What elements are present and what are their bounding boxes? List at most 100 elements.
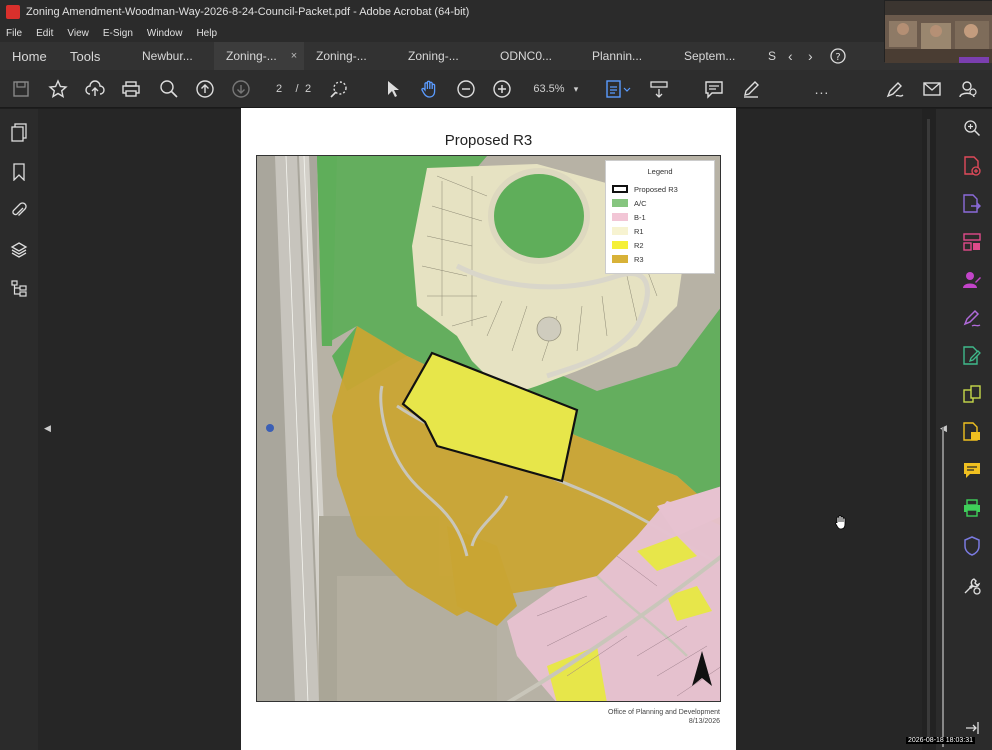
comment-icon[interactable]: [703, 78, 725, 100]
legend-swatch: [612, 185, 628, 193]
right-tools-rail: [952, 109, 992, 750]
tab-doc-8[interactable]: S: [762, 42, 784, 70]
attachment-icon[interactable]: [8, 199, 30, 221]
page-number-input[interactable]: 2: [272, 78, 286, 100]
page-separator: /: [295, 83, 299, 95]
zoom-level-value[interactable]: 63.5%: [530, 78, 568, 100]
legend-swatch: [612, 227, 628, 235]
tab-doc-3[interactable]: Zoning-...: [304, 42, 396, 70]
footer-office: Office of Planning and Development: [608, 709, 720, 716]
menu-file[interactable]: File: [6, 28, 22, 39]
tab-doc-2[interactable]: Zoning-... ×: [214, 42, 304, 70]
legend-swatch: [612, 199, 628, 207]
tab-doc-6[interactable]: Plannin...: [580, 42, 672, 70]
tab-doc-7[interactable]: Septem...: [672, 42, 762, 70]
zoom-in-icon[interactable]: [491, 78, 513, 100]
legend-swatch: [612, 255, 628, 263]
upload-cloud-icon[interactable]: [84, 78, 106, 100]
fit-page-icon[interactable]: [604, 78, 632, 100]
tab-label: Newbur...: [142, 49, 193, 63]
share-user-icon[interactable]: [957, 78, 979, 100]
structure-tree-icon[interactable]: [8, 277, 30, 299]
search-zoom-icon[interactable]: [961, 117, 983, 139]
menu-view[interactable]: View: [67, 28, 89, 39]
star-icon[interactable]: [47, 78, 69, 100]
tab-scroll-right-icon[interactable]: ›: [804, 42, 824, 70]
layers-icon[interactable]: [8, 239, 30, 261]
more-tools-icon[interactable]: ...: [810, 78, 834, 100]
menu-window[interactable]: Window: [147, 28, 183, 39]
tab-label: Zoning-...: [408, 49, 459, 63]
comment-tool-icon[interactable]: [961, 459, 983, 481]
vertical-scrollbar[interactable]: [922, 109, 936, 750]
organize-pages-icon[interactable]: [961, 231, 983, 253]
legend-title: Legend: [647, 167, 673, 176]
window-title: Zoning Amendment-Woodman-Way-2026-8-24-C…: [26, 6, 470, 18]
tab-doc-4[interactable]: Zoning-...: [396, 42, 488, 70]
email-icon[interactable]: [921, 78, 943, 100]
save-icon[interactable]: [10, 78, 32, 100]
create-pdf-icon[interactable]: [961, 155, 983, 177]
close-tab-icon[interactable]: ×: [291, 50, 297, 62]
legend-item: Proposed R3: [606, 182, 714, 196]
print-production-icon[interactable]: [961, 497, 983, 519]
scrollbar-track[interactable]: [927, 119, 930, 739]
tab-label: Zoning-...: [316, 49, 367, 63]
tab-doc-1[interactable]: Newbur...: [114, 42, 214, 70]
hand-tool-icon[interactable]: [418, 78, 440, 100]
combine-files-icon[interactable]: [961, 383, 983, 405]
protect-shield-icon[interactable]: [961, 535, 983, 557]
tab-label: ODNC0...: [500, 49, 553, 63]
tab-doc-5[interactable]: ODNC0...: [488, 42, 580, 70]
left-navigation-rail: [0, 109, 38, 750]
menu-bar: File Edit View E-Sign Window Help: [0, 24, 992, 42]
zoom-search-icon[interactable]: [158, 78, 180, 100]
pages-thumbnail-icon[interactable]: [8, 121, 30, 143]
tab-home[interactable]: Home: [0, 42, 58, 70]
page-total: 2: [304, 83, 312, 95]
request-signature-icon[interactable]: [961, 269, 983, 291]
legend-label: B-1: [634, 212, 646, 222]
edit-pdf-icon[interactable]: [961, 345, 983, 367]
export-pdf-icon[interactable]: [961, 193, 983, 215]
page-title: Proposed R3: [444, 132, 533, 149]
fill-and-sign-icon[interactable]: [961, 307, 983, 329]
menu-help[interactable]: Help: [196, 28, 217, 39]
title-bar: Zoning Amendment-Woodman-Way-2026-8-24-C…: [0, 0, 992, 24]
expand-panel-icon[interactable]: [961, 717, 983, 739]
acrobat-icon: [6, 5, 20, 19]
tab-label: Septem...: [684, 49, 736, 63]
webcam-overlay: [884, 0, 992, 63]
menu-edit[interactable]: Edit: [36, 28, 53, 39]
zoom-out-icon[interactable]: [455, 78, 477, 100]
legend-label: R1: [634, 226, 644, 236]
tab-label: S: [768, 49, 777, 63]
scroll-mode-icon[interactable]: [648, 78, 670, 100]
zoom-dropdown-chevron-icon[interactable]: ▾: [570, 78, 582, 100]
print-icon[interactable]: [120, 78, 142, 100]
legend-item: R3: [606, 252, 714, 266]
more-tools-wrench-icon[interactable]: [961, 575, 983, 597]
legend-swatch: [612, 213, 628, 221]
right-panel-collapse[interactable]: ◀: [936, 109, 952, 750]
help-icon[interactable]: ?: [824, 42, 852, 70]
bookmark-icon[interactable]: [8, 161, 30, 183]
zoning-map: Legend Proposed R3 A/C B-1 R1 R2 R3: [256, 155, 721, 702]
tab-scroll-left-icon[interactable]: ‹: [784, 42, 804, 70]
page-down-icon[interactable]: [230, 78, 252, 100]
legend-item: R2: [606, 238, 714, 252]
collapse-left-panel-icon[interactable]: ◀: [44, 423, 51, 434]
legend-label: A/C: [634, 198, 647, 208]
marquee-zoom-icon[interactable]: [328, 78, 350, 100]
legend-swatch: [612, 241, 628, 249]
legend-label: R2: [634, 240, 644, 250]
page-up-icon[interactable]: [194, 78, 216, 100]
legend-item: A/C: [606, 196, 714, 210]
select-cursor-icon[interactable]: [382, 78, 404, 100]
fill-sign-icon[interactable]: [884, 78, 906, 100]
footer-date: 8/13/2026: [688, 718, 720, 725]
scan-ocr-icon[interactable]: [961, 421, 983, 443]
tab-tools[interactable]: Tools: [58, 42, 114, 70]
menu-esign[interactable]: E-Sign: [103, 28, 133, 39]
highlight-pen-icon[interactable]: [740, 78, 762, 100]
